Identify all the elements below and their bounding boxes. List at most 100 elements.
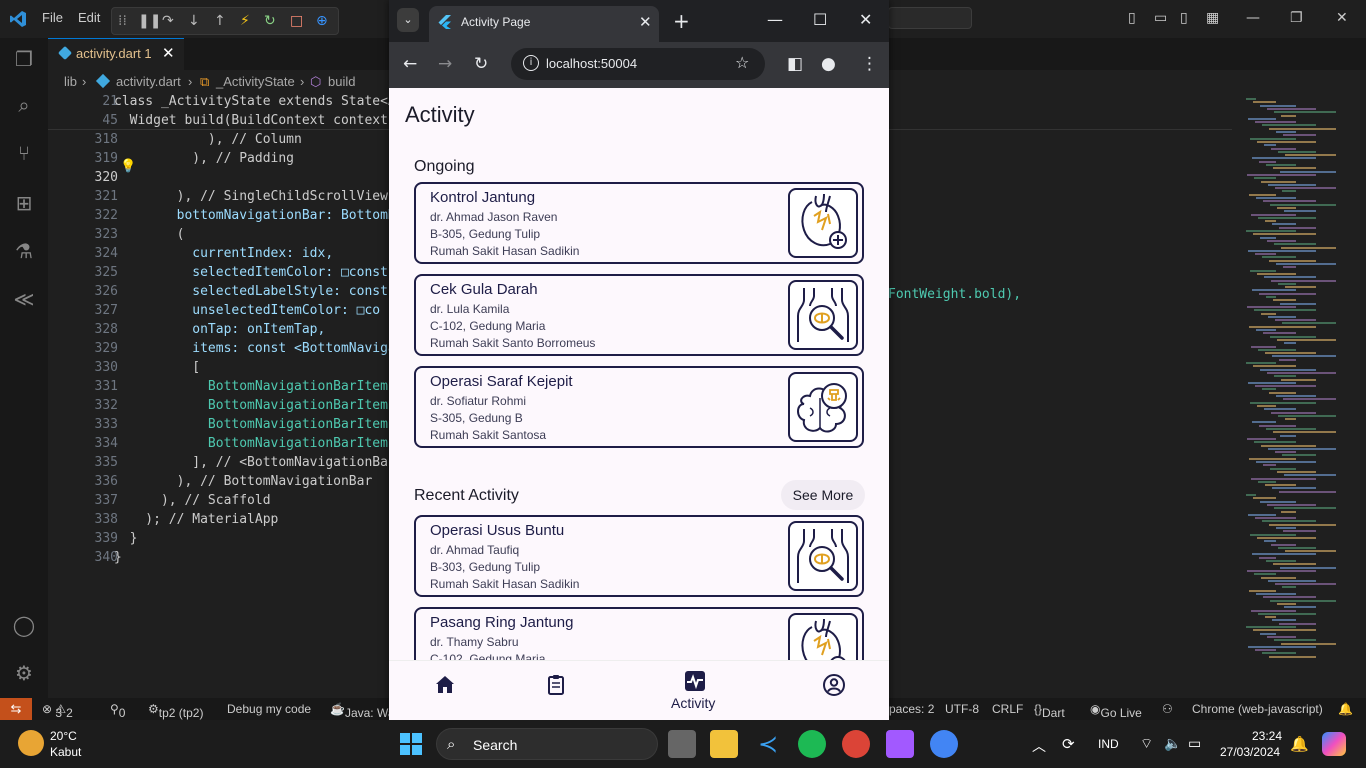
language-indicator[interactable]: {} Dart	[1034, 702, 1065, 720]
breadcrumb-class[interactable]: _ActivityState	[216, 74, 295, 89]
go-live-button[interactable]: ◉ Go Live	[1090, 702, 1142, 720]
wifi-icon[interactable]: ⌔	[1140, 735, 1153, 753]
java-status[interactable]: ☕ Java: Wa	[330, 702, 395, 720]
activity-card[interactable]: Operasi Usus Buntu dr. Ahmad Taufiq B-303,…	[414, 515, 864, 597]
figma-icon[interactable]	[886, 730, 914, 758]
taskbar-search[interactable]: ⌕ Search	[436, 728, 658, 760]
forward-arrow-icon[interactable]: →	[438, 54, 452, 74]
minimap-line	[1262, 520, 1316, 523]
side-panel-icon[interactable]: ◧	[787, 54, 803, 74]
spotify-icon[interactable]	[798, 730, 826, 758]
step-out-icon[interactable]: ↑	[214, 13, 226, 29]
nav-profile-icon[interactable]	[822, 673, 846, 697]
restart-icon[interactable]: ↻	[264, 13, 276, 29]
nav-home-icon[interactable]	[433, 673, 457, 697]
activity-card[interactable]: Kontrol Jantung dr. Ahmad Jason Raven B-30…	[414, 182, 864, 264]
accounts-icon[interactable]: ◯	[11, 612, 37, 638]
notifications-bell-icon[interactable]: 🔔	[1338, 702, 1353, 716]
problems-indicator[interactable]: ⊗ 3 ⚠ 2	[42, 702, 73, 720]
weather-icon[interactable]	[18, 730, 44, 756]
task-view-icon[interactable]	[668, 730, 696, 758]
command-center-search[interactable]	[888, 7, 972, 29]
close-icon[interactable]: ✕	[1336, 10, 1348, 26]
ports-indicator[interactable]: ⚲ 0	[110, 702, 125, 720]
indentation-indicator[interactable]: paces: 2	[889, 702, 934, 716]
minimap[interactable]	[1232, 92, 1366, 698]
search-icon[interactable]: ⌕	[11, 92, 37, 118]
profile-avatar-icon[interactable]: ●	[821, 54, 836, 74]
copilot-icon[interactable]: ⚇	[1162, 702, 1173, 716]
file-explorer-icon[interactable]	[710, 730, 738, 758]
nav-activity-icon[interactable]	[683, 669, 707, 693]
minimap-line	[1265, 352, 1316, 355]
bookmark-star-icon[interactable]: ☆	[735, 53, 749, 72]
toggle-sidebar-icon[interactable]: ▯	[1128, 10, 1136, 26]
menu-edit[interactable]: Edit	[78, 10, 100, 25]
weather-temp[interactable]: 20°C	[50, 729, 77, 743]
source-control-icon[interactable]: ⑂	[11, 140, 37, 166]
chrome-tab-close-icon[interactable]: ✕	[639, 13, 652, 31]
chrome-close-icon[interactable]: ✕	[859, 10, 872, 29]
new-tab-plus-icon[interactable]: +	[673, 9, 690, 33]
code-line: BottomNavigationBarItem	[114, 436, 388, 451]
activity-card[interactable]: Operasi Saraf Kejepit dr. Sofiatur Rohmi S…	[414, 366, 864, 448]
stop-icon[interactable]: □	[290, 13, 303, 29]
windows-start-icon[interactable]	[399, 732, 423, 756]
toggle-secondary-sidebar-icon[interactable]: ▯	[1180, 10, 1188, 26]
drag-handle-icon[interactable]: ⁞⁞	[118, 13, 127, 29]
device-indicator[interactable]: Chrome (web-javascript)	[1192, 702, 1323, 716]
eol-indicator[interactable]: CRLF	[992, 702, 1023, 716]
testing-icon[interactable]: ⚗	[11, 238, 37, 264]
step-over-icon[interactable]: ↷	[162, 13, 174, 29]
breadcrumb-file[interactable]: activity.dart	[116, 74, 181, 89]
chrome-tab-activity-page[interactable]: Activity Page ✕	[429, 6, 659, 42]
chrome-maximize-icon[interactable]: ☐	[813, 10, 827, 29]
sync-icon[interactable]: ⟳	[1062, 735, 1075, 753]
copilot-icon[interactable]	[1322, 732, 1346, 756]
notification-bell-icon[interactable]: 🔔	[1290, 735, 1309, 753]
menu-file[interactable]: File	[42, 10, 63, 25]
chrome-taskbar-icon[interactable]	[842, 730, 870, 758]
weather-desc[interactable]: Kabut	[50, 745, 81, 759]
tab-search-chevron-down-icon[interactable]: ⌄	[397, 8, 419, 32]
customize-layout-icon[interactable]: ▦	[1206, 10, 1219, 26]
toggle-panel-icon[interactable]: ▭	[1154, 10, 1167, 26]
extensions-icon[interactable]: ⊞	[11, 190, 37, 216]
clock-time[interactable]: 23:24	[1252, 729, 1282, 743]
tab-activity-dart[interactable]: activity.dart 1 ✕	[48, 38, 184, 70]
volume-icon[interactable]: 🔈	[1164, 735, 1181, 752]
step-into-icon[interactable]: ↓	[188, 13, 200, 29]
hot-reload-icon[interactable]: ⚡	[240, 13, 250, 29]
battery-icon[interactable]: ▭	[1188, 735, 1201, 752]
debug-mode-indicator[interactable]: Debug my code	[227, 702, 311, 716]
nav-activity-label[interactable]: Activity	[671, 695, 715, 711]
chrome-menu-icon[interactable]: ⋮	[861, 54, 878, 74]
flutter-icon[interactable]: ≪	[11, 286, 37, 312]
remote-indicator-icon[interactable]: ⇆	[0, 698, 32, 720]
encoding-indicator[interactable]: UTF-8	[945, 702, 979, 716]
clock-date[interactable]: 27/03/2024	[1220, 745, 1280, 759]
breadcrumb-lib[interactable]: lib	[64, 74, 77, 89]
address-bar[interactable]: i localhost:50004 ☆	[511, 48, 765, 80]
project-indicator[interactable]: ⚙ tp2 (tp2)	[148, 702, 203, 720]
see-more-button[interactable]: See More	[781, 480, 865, 510]
chrome-minimize-icon[interactable]: —	[767, 10, 783, 29]
language-indicator[interactable]: IND	[1098, 737, 1119, 751]
explorer-icon[interactable]: ❐	[11, 46, 37, 72]
nav-clipboard-icon[interactable]	[544, 673, 568, 697]
restore-icon[interactable]: ❐	[1290, 10, 1303, 26]
chrome-active-taskbar-icon[interactable]	[930, 730, 958, 758]
settings-gear-icon[interactable]: ⚙	[11, 660, 37, 686]
reload-icon[interactable]: ↻	[474, 54, 488, 74]
tab-close-icon[interactable]: ✕	[162, 44, 175, 62]
devtools-icon[interactable]: ⊕	[316, 13, 328, 29]
show-hidden-icons-chevron-up-icon[interactable]: ︿	[1032, 736, 1046, 756]
back-arrow-icon[interactable]: ←	[403, 54, 417, 74]
breadcrumb-method[interactable]: build	[328, 74, 355, 89]
activity-card[interactable]: Cek Gula Darah dr. Lula Kamila C-102, Gedu…	[414, 274, 864, 356]
site-info-icon[interactable]: i	[523, 55, 539, 71]
minimize-icon[interactable]: —	[1246, 10, 1260, 26]
lightbulb-icon[interactable]: 💡	[120, 159, 136, 174]
vscode-taskbar-icon[interactable]: ≺	[754, 730, 782, 758]
pause-icon[interactable]: ❚❚	[138, 13, 161, 29]
